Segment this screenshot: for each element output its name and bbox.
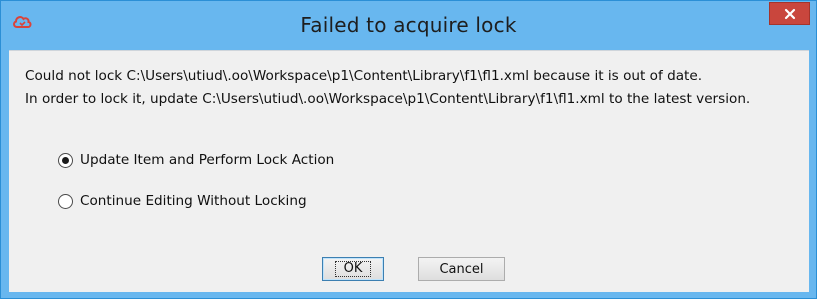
dialog-title: Failed to acquire lock	[300, 13, 517, 37]
message-text: Could not lock C:\Users\utiud\.oo\Worksp…	[25, 65, 750, 111]
close-button[interactable]	[769, 2, 810, 25]
option-update-and-lock[interactable]: Update Item and Perform Lock Action	[58, 152, 334, 168]
message-line-2: In order to lock it, update C:\Users\uti…	[25, 91, 751, 107]
close-x-icon	[784, 8, 795, 19]
title-bar[interactable]: Failed to acquire lock	[1, 1, 816, 49]
option-continue-without-locking[interactable]: Continue Editing Without Locking	[58, 193, 307, 209]
radio-button-selected[interactable]	[58, 152, 73, 168]
radio-button-unselected[interactable]	[58, 193, 73, 209]
dialog-body: Could not lock C:\Users\utiud\.oo\Worksp…	[9, 50, 809, 292]
option-label[interactable]: Update Item and Perform Lock Action	[80, 152, 334, 168]
option-label[interactable]: Continue Editing Without Locking	[80, 193, 307, 209]
dialog-window: Failed to acquire lock Could not lock C:…	[0, 0, 817, 299]
cancel-button[interactable]: Cancel	[418, 257, 505, 281]
ok-button-label: OK	[334, 261, 372, 277]
message-line-1: Could not lock C:\Users\utiud\.oo\Worksp…	[25, 68, 703, 84]
ok-button[interactable]: OK	[322, 257, 384, 281]
